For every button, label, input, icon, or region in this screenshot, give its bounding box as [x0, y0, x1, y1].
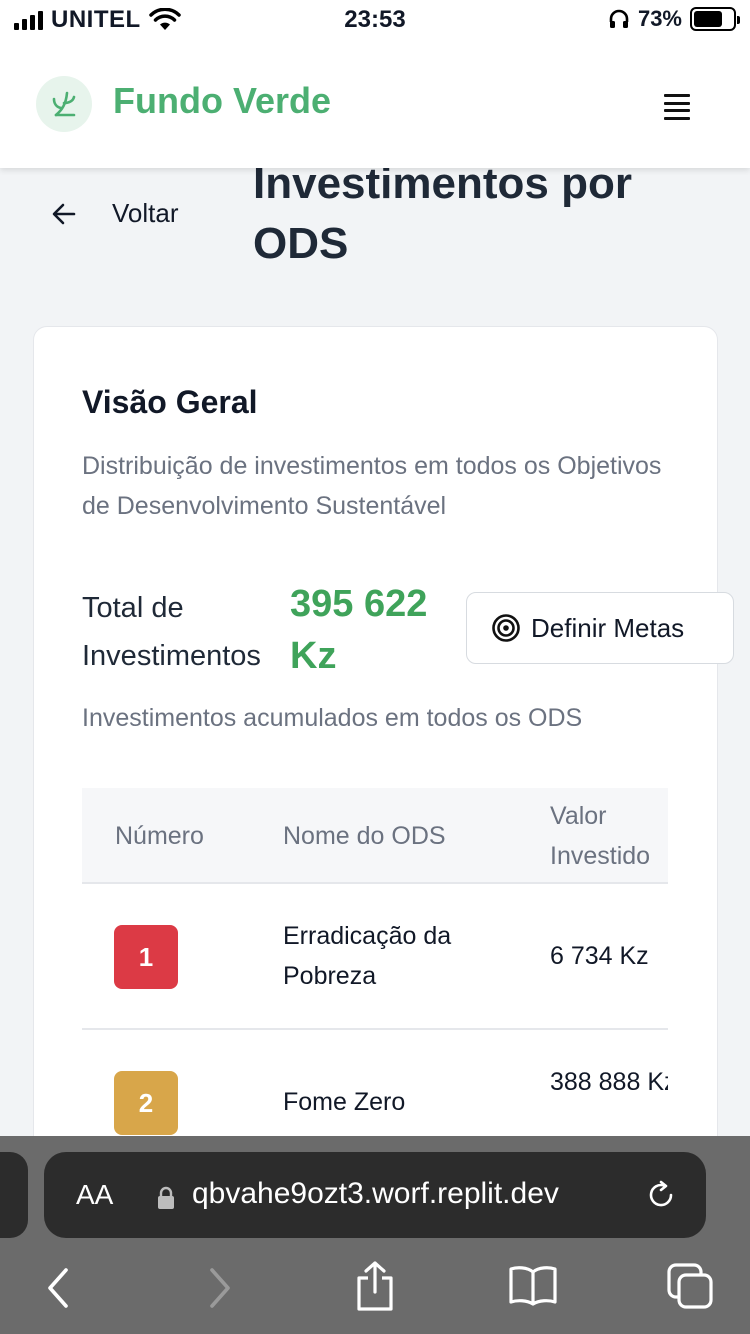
browser-nav-row [0, 1258, 750, 1328]
back-label: Voltar [112, 198, 179, 228]
column-header-name: Nome do ODS [283, 822, 446, 850]
column-header-value: Valor Investido [550, 802, 651, 870]
forward-arrow-icon[interactable] [206, 1266, 234, 1310]
arrow-left-icon [52, 203, 76, 224]
browser-toolbar: AA qbvahe9ozt3.worf.replit.dev [0, 1136, 750, 1334]
previous-tab-edge[interactable] [0, 1152, 28, 1238]
ods-value: 6 734 Kz [550, 942, 649, 970]
lock-icon [158, 1186, 174, 1209]
text-size-button[interactable]: AA [76, 1179, 113, 1211]
set-goals-label: Definir Metas [531, 612, 685, 643]
tabs-icon[interactable] [666, 1262, 714, 1310]
ods-value: 388 888 Kz [550, 1068, 668, 1096]
target-icon [492, 614, 520, 642]
bookmarks-icon[interactable] [508, 1264, 558, 1306]
card-title: Visão Geral [82, 384, 258, 420]
card-description: Distribuição de investimentos em todos o… [82, 452, 662, 520]
battery-percent: 73% [637, 6, 682, 31]
back-button[interactable]: Voltar [50, 198, 179, 229]
hamburger-menu-icon[interactable] [664, 94, 690, 120]
page-title: Investimentos por ODS [253, 159, 632, 268]
ods-table: Número Nome do ODS Valor Investido 1 Err… [82, 788, 668, 1138]
battery-icon [690, 7, 740, 31]
battery-fill [694, 11, 722, 27]
ods-name: Fome Zero [283, 1088, 406, 1116]
set-goals-button[interactable]: Definir Metas [466, 592, 734, 664]
logo[interactable] [36, 76, 92, 132]
text-size-label: AA [76, 1179, 114, 1210]
status-bar: UNITEL 23:53 73% [0, 0, 750, 40]
share-icon[interactable] [354, 1260, 396, 1312]
ods-number-badge: 1 [114, 925, 178, 989]
headphones-icon [609, 9, 629, 28]
total-label: Total de Investimentos [82, 592, 261, 672]
table-header: Número Nome do ODS Valor Investido [82, 788, 668, 884]
leaf-sprout-icon [52, 91, 76, 117]
brand-name[interactable]: Fundo Verde [113, 80, 331, 122]
status-right: 73% [608, 6, 740, 32]
back-arrow-icon[interactable] [44, 1266, 72, 1310]
address-bar[interactable]: AA qbvahe9ozt3.worf.replit.dev [44, 1152, 706, 1238]
ods-name: Erradicação da Pobreza [283, 922, 452, 990]
reload-icon[interactable] [644, 1178, 678, 1212]
total-value: 395 622 Kz [290, 583, 428, 677]
app-header: Fundo Verde [0, 40, 750, 168]
table-row[interactable]: 1 Erradicação da Pobreza 6 734 Kz [82, 884, 668, 1030]
url-text: qbvahe9ozt3.worf.replit.dev [192, 1177, 559, 1210]
table-row[interactable]: 2 Fome Zero 388 888 Kz [82, 1030, 668, 1138]
column-header-number: Número [115, 822, 204, 850]
total-subtitle: Investimentos acumulados em todos os ODS [82, 704, 583, 732]
ods-number-badge: 2 [114, 1071, 178, 1135]
